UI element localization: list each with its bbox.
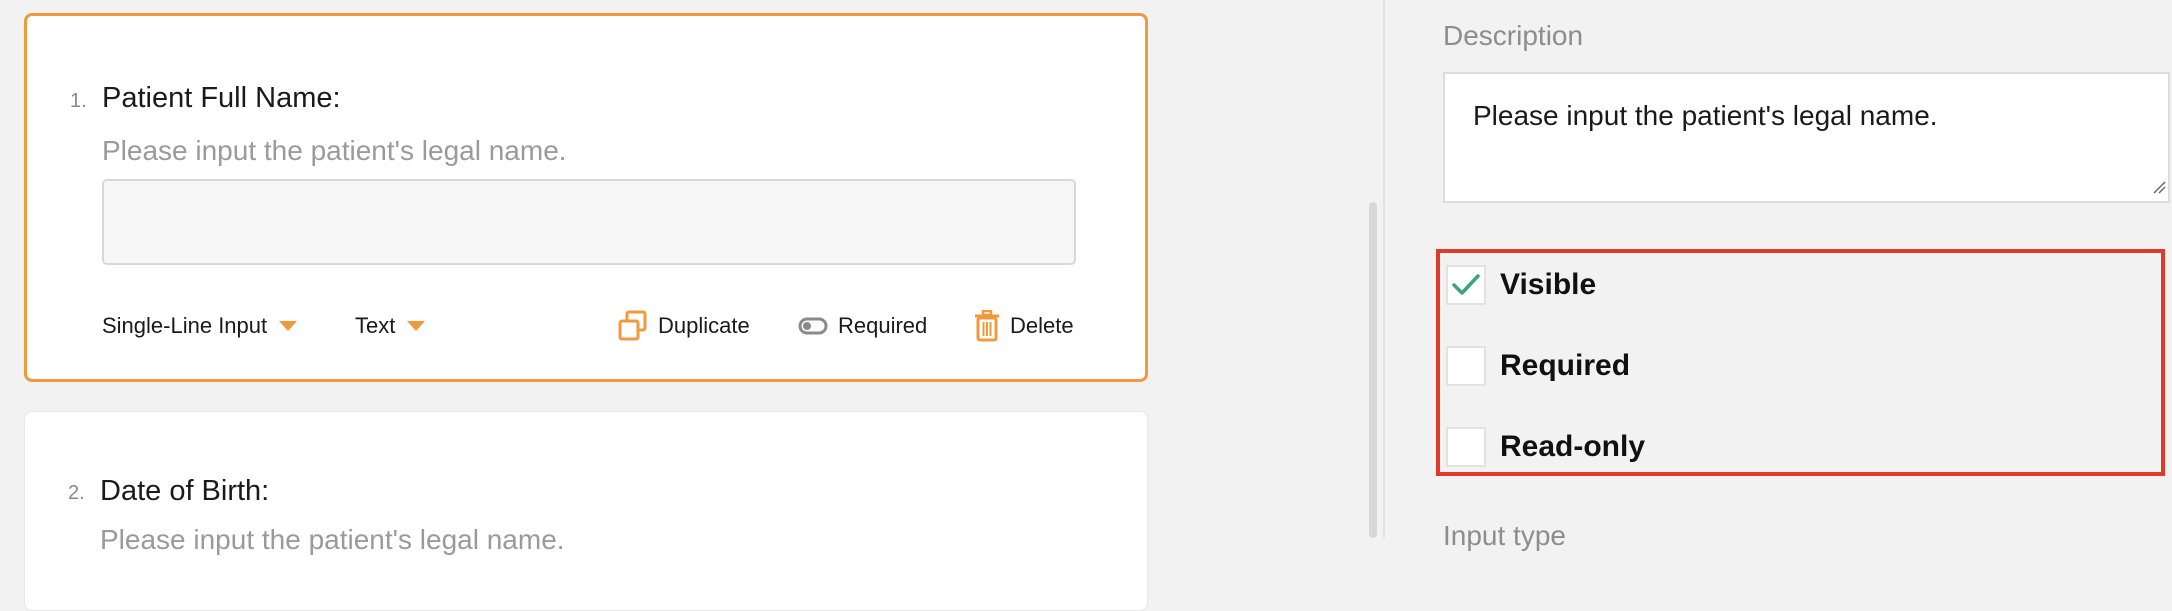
question-description[interactable]: Please input the patient's legal name. xyxy=(100,524,565,556)
required-label: Required xyxy=(838,313,928,338)
field-format-dropdown[interactable]: Text xyxy=(355,309,426,343)
required-option-label: Required xyxy=(1500,349,1631,382)
question-description[interactable]: Please input the patient's legal name. xyxy=(102,135,567,167)
question-number: 1. xyxy=(70,90,87,112)
question-card-1[interactable]: 1. Patient Full Name: Please input the p… xyxy=(24,13,1148,382)
question-text-input[interactable] xyxy=(102,179,1076,265)
required-option[interactable]: Required xyxy=(1446,346,1630,386)
question-number: 2. xyxy=(68,482,85,504)
required-toggle[interactable]: Required xyxy=(798,309,927,343)
trash-icon xyxy=(974,310,1000,342)
question-title[interactable]: Date of Birth: xyxy=(100,475,269,508)
description-label: Description xyxy=(1443,20,1584,51)
toggle-icon xyxy=(798,316,828,336)
input-type-label: Input type xyxy=(1443,520,1566,551)
field-format-label: Text xyxy=(355,313,396,338)
description-textarea[interactable]: Please input the patient's legal name. xyxy=(1443,72,2170,203)
read-only-checkbox[interactable] xyxy=(1446,427,1486,467)
field-type-label: Single-Line Input xyxy=(102,313,268,338)
read-only-label: Read-only xyxy=(1500,430,1646,463)
properties-panel: Description Please input the patient's l… xyxy=(1385,0,2172,551)
duplicate-button[interactable]: Duplicate xyxy=(618,309,750,343)
visible-option[interactable]: Visible xyxy=(1446,265,1596,305)
caret-down-icon xyxy=(407,321,426,331)
delete-button[interactable]: Delete xyxy=(974,309,1074,343)
visible-checkbox[interactable] xyxy=(1446,265,1486,305)
question-title[interactable]: Patient Full Name: xyxy=(102,82,341,115)
description-value: Please input the patient's legal name. xyxy=(1473,100,1938,131)
duplicate-label: Duplicate xyxy=(658,313,750,338)
question-card-2[interactable]: 2. Date of Birth: Please input the patie… xyxy=(24,411,1148,611)
form-canvas: 1. Patient Full Name: Please input the p… xyxy=(0,0,1383,611)
duplicate-icon xyxy=(618,310,648,342)
field-options-group: Visible Required Read-only xyxy=(1436,249,2165,476)
checkmark-icon xyxy=(1452,274,1480,295)
caret-down-icon xyxy=(279,321,298,331)
resize-grip-icon[interactable] xyxy=(2150,178,2166,199)
required-checkbox[interactable] xyxy=(1446,346,1486,386)
read-only-option[interactable]: Read-only xyxy=(1446,427,1645,467)
scrollbar[interactable] xyxy=(1369,202,1377,538)
field-type-dropdown[interactable]: Single-Line Input xyxy=(102,309,298,343)
delete-label: Delete xyxy=(1010,313,1074,338)
visible-label: Visible xyxy=(1500,268,1597,301)
